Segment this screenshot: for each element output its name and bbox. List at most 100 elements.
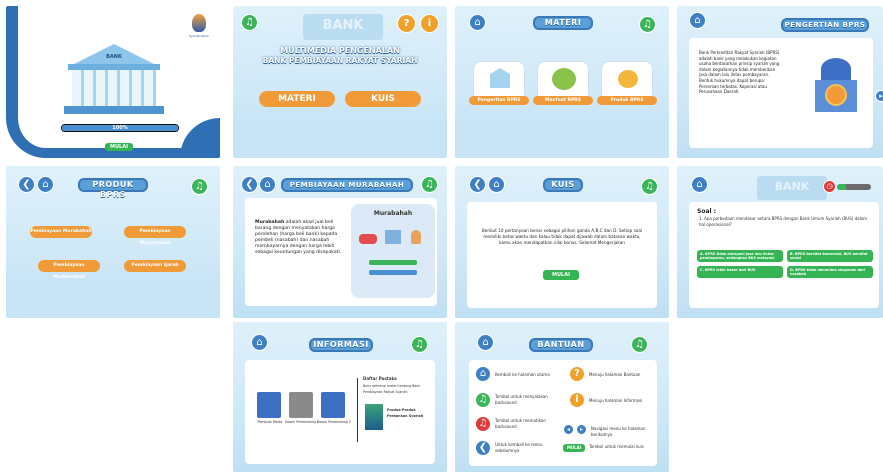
help-item-sound-off: Tombol untuk mematikan backsound: [495, 418, 546, 429]
speaker-icon: ♫: [415, 338, 424, 350]
timer-bar-fill: [837, 184, 846, 190]
sound-button[interactable]: ♫: [641, 178, 658, 195]
materi-card-manfaat[interactable]: [537, 61, 589, 101]
home-button[interactable]: ⌂: [477, 334, 494, 351]
materi-label-produk[interactable]: Produk BPRS: [597, 96, 657, 105]
question-icon: ?: [403, 17, 410, 29]
home-button[interactable]: ⌂: [469, 14, 486, 31]
sound-button[interactable]: ♫: [191, 178, 208, 195]
kuis-screen: ❮ ⌂ ♫ KUIS Berikut 10 pertanyaan benar s…: [455, 166, 669, 318]
murabahah-screen: ❮ ⌂ ♫ PEMBIAYAAN MURABAHAH Murabahah ada…: [233, 166, 447, 318]
home-button[interactable]: ⌂: [37, 176, 54, 193]
answer-option-c[interactable]: C. BPRS lebih besar dari BUS: [697, 266, 783, 278]
home-icon: ⌂: [696, 178, 703, 190]
app-title-line1: MULTIMEDIA PENGENALAN: [280, 46, 400, 55]
book-cover: [365, 404, 383, 430]
speaker-icon: ♫: [195, 180, 204, 192]
floor: [233, 118, 447, 158]
produk-mudharabah-button[interactable]: Pembiayaan Mudharabah: [38, 260, 100, 280]
logo-caption: Syariah Bank: [189, 34, 209, 38]
informasi-screen: ⌂ ♫ INFORMASI Pembuat Media Dosen Pembim…: [233, 322, 447, 472]
help-item-info: Menuju halaman Informasi: [589, 398, 643, 403]
back-button[interactable]: ❮: [469, 176, 486, 193]
help-icon-legend: ?: [569, 366, 585, 382]
sound-button[interactable]: ♫: [421, 176, 438, 193]
page-title: PEMBIAYAAN MURABAHAH: [281, 178, 413, 192]
speaker-mute-icon: ♫: [478, 418, 488, 429]
speaker-icon: ♫: [645, 180, 654, 192]
answer-option-d[interactable]: D. BPRS tidak menerima simpanan dari nas…: [787, 266, 873, 278]
splash-screen: BANK Syariah Bank 100% MULAI: [6, 6, 220, 158]
back-arrow-icon: ❮: [473, 178, 482, 190]
home-icon-legend: ⌂: [475, 366, 491, 382]
next-button[interactable]: ▸: [875, 90, 883, 102]
materi-card-produk[interactable]: [601, 61, 653, 101]
person-icon: [411, 230, 421, 244]
home-button[interactable]: ⌂: [259, 176, 276, 193]
page-title: INFORMASI: [309, 338, 373, 352]
sound-button[interactable]: ♫: [241, 14, 258, 31]
home-icon: ⌂: [42, 178, 49, 190]
bank-icon: [385, 230, 401, 244]
divider: [357, 378, 358, 442]
info-button[interactable]: i: [420, 14, 439, 33]
flow-bar: [369, 260, 417, 265]
produk-musyarakah-button[interactable]: Pembiayaan Musyarakah: [124, 226, 186, 246]
next-icon-legend: ▸: [576, 424, 587, 435]
page-title: PENGERTIAN BPRS: [781, 18, 869, 32]
sound-button[interactable]: ♫: [631, 336, 648, 353]
materi-button[interactable]: MATERI: [259, 91, 335, 107]
bank-building: BANK: [64, 44, 164, 114]
timer-bar: [837, 184, 871, 190]
person-photo: [321, 392, 345, 418]
content-panel: Soal : 1. Apa perbedaan mendasar antara …: [689, 202, 879, 308]
help-button[interactable]: ?: [397, 14, 416, 33]
materi-label-pengertian[interactable]: Pengertian BPRS: [469, 96, 529, 105]
help-item-home: Kembali ke halaman utama: [495, 372, 550, 377]
floor: [6, 278, 220, 318]
soal-label: Soal :: [697, 208, 717, 215]
home-button[interactable]: ⌂: [689, 12, 706, 29]
sound-button[interactable]: ♫: [639, 16, 656, 33]
home-icon: ⌂: [479, 368, 487, 379]
home-button[interactable]: ⌂: [488, 176, 505, 193]
sound-on-icon-legend: ♫: [475, 392, 491, 408]
app-title-line2: BANK PEMBIAYAAN RAKYAT SYARIAH: [262, 56, 418, 65]
mulai-button[interactable]: MULAI: [105, 143, 133, 151]
home-button[interactable]: ⌂: [691, 176, 708, 193]
content-panel: Murabahah adalah akad jual beli barang d…: [245, 198, 437, 306]
book-description: Buku referensi materi tentang Bank Pembi…: [363, 384, 421, 394]
answer-option-b[interactable]: B. BPRS bersifat komersial, BUS bersifat…: [787, 250, 873, 262]
coins-icon: [618, 70, 638, 88]
materi-card-pengertian[interactable]: [473, 61, 525, 101]
floor: [455, 118, 669, 158]
person-caption: Dosen Pembimbing 2: [317, 420, 351, 424]
home-button[interactable]: ⌂: [251, 334, 268, 351]
back-button[interactable]: ❮: [241, 176, 258, 193]
home-icon: ⌂: [474, 16, 481, 28]
kuis-button[interactable]: KUIS: [345, 91, 421, 107]
loading-percent: 100%: [112, 125, 128, 131]
produk-murabahah-button[interactable]: Pembiayaan Murabahah: [30, 226, 92, 238]
help-item-help: Menuju halaman Bantuan: [589, 372, 641, 377]
splash-logo: [192, 14, 206, 32]
help-item-mulai: Tombol untuk memulai kuis: [589, 444, 644, 449]
answer-option-a[interactable]: A. BPRS tidak melayani jasa lalu lintas …: [697, 250, 783, 262]
produk-ijarah-button[interactable]: Pembiayaan Ijarah: [124, 260, 186, 272]
book-title: Produk-Produk Perbankan Syariah: [387, 408, 424, 418]
mulai-button[interactable]: MULAI: [543, 270, 579, 280]
timer: ◷: [823, 180, 873, 193]
murabahah-text: Murabahah adalah akad jual beli barang d…: [255, 220, 345, 256]
diagram-title: Murabahah: [373, 210, 413, 217]
help-item-nav: Navigasi menu ke halaman berikutnya: [591, 426, 646, 437]
back-button[interactable]: ❮: [18, 176, 35, 193]
materi-label-manfaat[interactable]: Manfaat BPRS: [533, 96, 593, 105]
sound-button[interactable]: ♫: [411, 336, 428, 353]
content-panel: Pembuat Media Dosen Pembimbing 1 Dosen P…: [245, 360, 435, 464]
content-panel: Bank Perkreditan Rakyat Syariah (BPRS) a…: [689, 38, 873, 148]
info-icon-legend: i: [569, 392, 585, 408]
speaker-icon: ♫: [643, 18, 652, 30]
question-icon: ?: [574, 368, 580, 379]
money-bag-icon: [552, 68, 576, 90]
person-photo: [257, 392, 281, 418]
